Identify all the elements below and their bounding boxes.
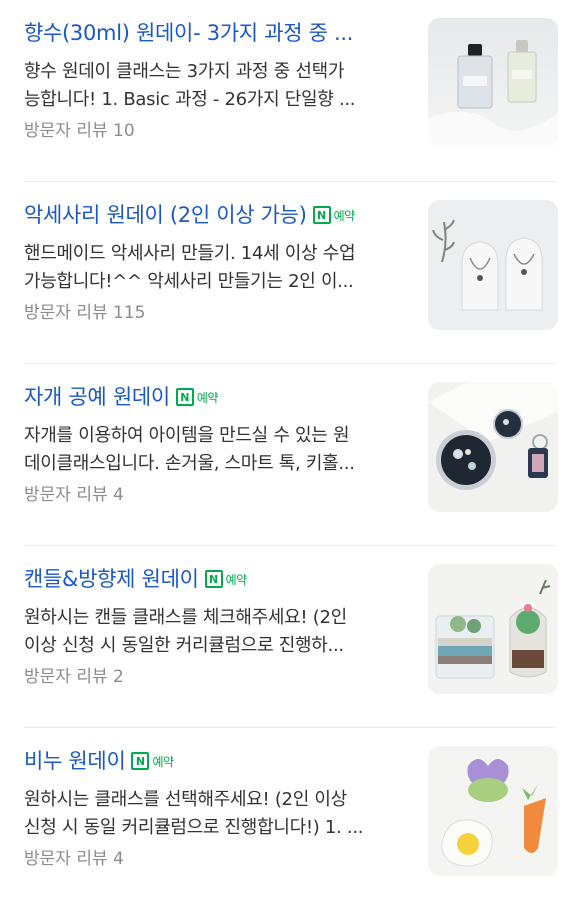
visitor-review-count[interactable]: 방문자 리뷰 4 (24, 482, 402, 508)
booking-label: 예약 (333, 208, 356, 223)
item-description: 향수 원데이 클래스는 3가지 과정 중 선택가 능합니다! 1. Basic … (24, 61, 356, 110)
item-description: 자개를 이용하여 아이템을 만드실 수 있는 원 데이클래스입니다. 손거울, … (24, 425, 355, 474)
list-item[interactable]: 자개 공예 원데이 N 예약 자개를 이용하여 아이템을 만드실 수 있는 원 … (0, 364, 580, 546)
list-item[interactable]: 캔들&방향제 원데이 N 예약 원하시는 캔들 클래스를 체크해주세요! (2인… (0, 546, 580, 728)
mother-of-pearl-craft-photo[interactable] (428, 382, 558, 512)
naver-n-icon: N (312, 206, 331, 224)
naver-n-icon: N (175, 388, 194, 406)
naver-n-icon: N (131, 752, 150, 770)
item-description: 원하시는 캔들 클래스를 체크해주세요! (2인 이상 신청 시 동일한 커리큘… (24, 607, 347, 656)
naver-booking-badge[interactable]: N 예약 (175, 388, 219, 406)
naver-booking-badge[interactable]: N 예약 (204, 570, 248, 588)
booking-label: 예약 (196, 390, 219, 405)
visitor-review-count[interactable]: 방문자 리뷰 2 (24, 664, 402, 690)
naver-booking-badge[interactable]: N 예약 (312, 206, 356, 224)
visitor-review-count[interactable]: 방문자 리뷰 10 (24, 118, 402, 144)
necklace-display-photo[interactable] (428, 200, 558, 330)
item-title[interactable]: 캔들&방향제 원데이 (24, 562, 199, 596)
item-title[interactable]: 악세사리 원데이 (2인 이상 가능) (24, 198, 307, 232)
visitor-review-count[interactable]: 방문자 리뷰 4 (24, 846, 402, 872)
handmade-soap-photo[interactable] (428, 746, 558, 876)
list-item[interactable]: 비누 원데이 N 예약 원하시는 클래스를 선택해주세요! (2인 이상 신청 … (0, 728, 580, 910)
naver-booking-badge[interactable]: N 예약 (131, 752, 174, 770)
perfume-bottles-photo[interactable] (428, 18, 558, 148)
item-title[interactable]: 비누 원데이 (24, 744, 125, 778)
item-description: 핸드메이드 악세사리 만들기. 14세 이상 수업 가능합니다!^^ 악세사리 … (24, 243, 356, 292)
booking-label: 예약 (152, 754, 174, 769)
visitor-review-count[interactable]: 방문자 리뷰 115 (24, 300, 402, 326)
item-title[interactable]: 향수(30ml) 원데이- 3가지 과정 중 ... (24, 16, 353, 50)
naver-n-icon: N (204, 570, 223, 588)
item-description: 원하시는 클래스를 선택해주세요! (2인 이상 신청 시 동일 커리큘럼으로 … (24, 789, 364, 838)
booking-label: 예약 (225, 572, 248, 587)
class-list: 향수(30ml) 원데이- 3가지 과정 중 ... 향수 원데이 클래스는 3… (0, 0, 580, 890)
item-title[interactable]: 자개 공예 원데이 (24, 380, 170, 414)
succulent-candle-photo[interactable] (428, 564, 558, 694)
list-item[interactable]: 악세사리 원데이 (2인 이상 가능) N 예약 핸드메이드 악세사리 만들기.… (0, 182, 580, 364)
list-item[interactable]: 향수(30ml) 원데이- 3가지 과정 중 ... 향수 원데이 클래스는 3… (0, 0, 580, 182)
